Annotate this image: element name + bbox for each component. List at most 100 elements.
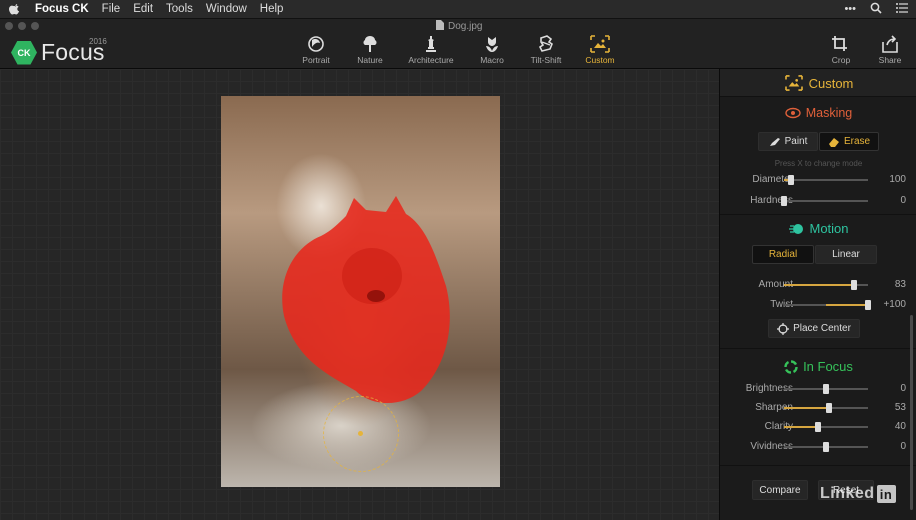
paint-label: Paint: [784, 136, 808, 147]
sharpen-slider[interactable]: [784, 403, 868, 413]
mode-custom-label: Custom: [585, 55, 615, 65]
focus-ring-icon: [784, 359, 798, 374]
vividness-value: 0: [900, 441, 906, 452]
mode-portrait-label: Portrait: [302, 55, 330, 65]
sharpen-value: 53: [894, 402, 906, 413]
brush-icon: [769, 137, 780, 146]
document-title: Dog.jpg: [436, 20, 482, 33]
watermark-text: Linked: [820, 485, 875, 502]
mode-macro-label: Macro: [480, 55, 504, 65]
menu-edit[interactable]: Edit: [133, 3, 153, 15]
panel-scrollbar[interactable]: [910, 315, 913, 510]
vividness-slider[interactable]: [784, 442, 868, 452]
zoom-window-button[interactable]: [31, 22, 39, 30]
linkedin-watermark: Linked in: [820, 485, 896, 503]
masking-title: Masking: [805, 106, 853, 120]
place-center-button[interactable]: Place Center: [768, 319, 860, 338]
logo-badge: CK: [11, 40, 37, 65]
spotlight-search-icon[interactable]: [870, 2, 882, 17]
panel-header: Custom: [720, 69, 916, 97]
minimize-window-button[interactable]: [18, 22, 26, 30]
crop-icon: [832, 36, 847, 51]
hardness-slider[interactable]: [781, 196, 868, 206]
hardness-value: 0: [900, 195, 906, 206]
motion-title: Motion: [809, 221, 849, 236]
photo-dog[interactable]: [221, 96, 500, 487]
mode-nature-button[interactable]: Nature: [340, 35, 400, 65]
masking-header: Masking: [720, 106, 916, 120]
panel-header-label: Custom: [808, 75, 854, 91]
menu-app[interactable]: Focus CK: [35, 3, 89, 15]
mode-custom-button[interactable]: Custom: [570, 35, 630, 65]
hardness-row: Hardness 0: [720, 194, 916, 208]
focus-mask-overlay: [282, 196, 450, 404]
mode-portrait-button[interactable]: Portrait: [286, 35, 346, 65]
mode-hint: Press X to change mode: [774, 159, 863, 168]
compare-button[interactable]: Compare: [752, 480, 808, 500]
mode-macro-button[interactable]: Macro: [462, 35, 522, 65]
window-title-bar: Dog.jpg: [0, 19, 916, 33]
watermark-badge: in: [876, 485, 896, 503]
menu-tools[interactable]: Tools: [166, 3, 193, 15]
radial-button[interactable]: Radial: [752, 245, 814, 264]
notification-list-icon[interactable]: [896, 2, 908, 16]
twist-slider[interactable]: [784, 300, 871, 310]
flower-icon: [486, 37, 498, 52]
amount-value: 83: [894, 279, 906, 290]
section-divider: [720, 214, 916, 215]
in-focus-header: In Focus: [720, 359, 916, 374]
logo-year: 2016: [89, 37, 107, 46]
mode-architecture-label: Architecture: [408, 55, 454, 65]
radial-label: Radial: [768, 249, 798, 260]
custom-icon: [590, 35, 610, 53]
crop-label: Crop: [831, 55, 851, 65]
mode-tilt-shift-button[interactable]: Tilt-Shift: [516, 35, 576, 65]
file-icon: [436, 20, 444, 33]
brush-center-dot: [358, 431, 363, 436]
motion-header: Motion: [720, 221, 916, 236]
erase-button[interactable]: Erase: [819, 132, 879, 151]
mode-nature-label: Nature: [357, 55, 383, 65]
compare-label: Compare: [759, 484, 801, 496]
adjustment-panel: Custom Masking Paint Erase Press X to ch…: [719, 69, 916, 520]
brightness-row: Brightness 0: [720, 382, 916, 396]
menu-bar: Focus CK File Edit Tools Window Help •••: [0, 0, 916, 19]
diameter-slider[interactable]: [784, 175, 868, 185]
canvas-area[interactable]: [0, 69, 719, 520]
close-window-button[interactable]: [5, 22, 13, 30]
erase-label: Erase: [843, 136, 871, 147]
diameter-row: Diameter 100: [720, 173, 916, 187]
in-focus-title: In Focus: [803, 359, 853, 374]
more-icon[interactable]: •••: [844, 3, 856, 15]
share-button[interactable]: Share: [860, 35, 916, 65]
custom-icon: [784, 75, 803, 91]
twist-value: +100: [883, 299, 906, 310]
section-divider: [720, 465, 916, 466]
toolbar: CK Focus 2016 Portrait Nature Architectu…: [0, 33, 916, 69]
eraser-icon: [828, 137, 839, 147]
tree-icon: [363, 36, 377, 52]
brightness-value: 0: [900, 383, 906, 394]
linear-button[interactable]: Linear: [815, 245, 877, 264]
panel-header-title: Custom: [720, 69, 916, 97]
tilt-shift-icon: [538, 35, 553, 52]
paint-button[interactable]: Paint: [758, 132, 818, 151]
statue-icon: [426, 36, 436, 52]
clarity-value: 40: [894, 421, 906, 432]
section-divider: [720, 348, 916, 349]
menu-file[interactable]: File: [102, 3, 121, 15]
menu-window[interactable]: Window: [206, 3, 247, 15]
sharpen-row: Sharpen 53: [720, 401, 916, 415]
menu-help[interactable]: Help: [260, 3, 284, 15]
clarity-slider[interactable]: [784, 422, 868, 432]
amount-row: Amount 83: [720, 278, 916, 292]
diameter-value: 100: [889, 174, 906, 185]
brightness-slider[interactable]: [784, 384, 868, 394]
vividness-row: Vividness 0: [720, 440, 916, 454]
twist-row: Twist +100: [720, 298, 916, 312]
linear-label: Linear: [832, 249, 860, 260]
amount-slider[interactable]: [784, 280, 868, 290]
apple-icon[interactable]: [8, 2, 22, 16]
share-icon: [882, 35, 898, 53]
mode-architecture-button[interactable]: Architecture: [401, 35, 461, 65]
